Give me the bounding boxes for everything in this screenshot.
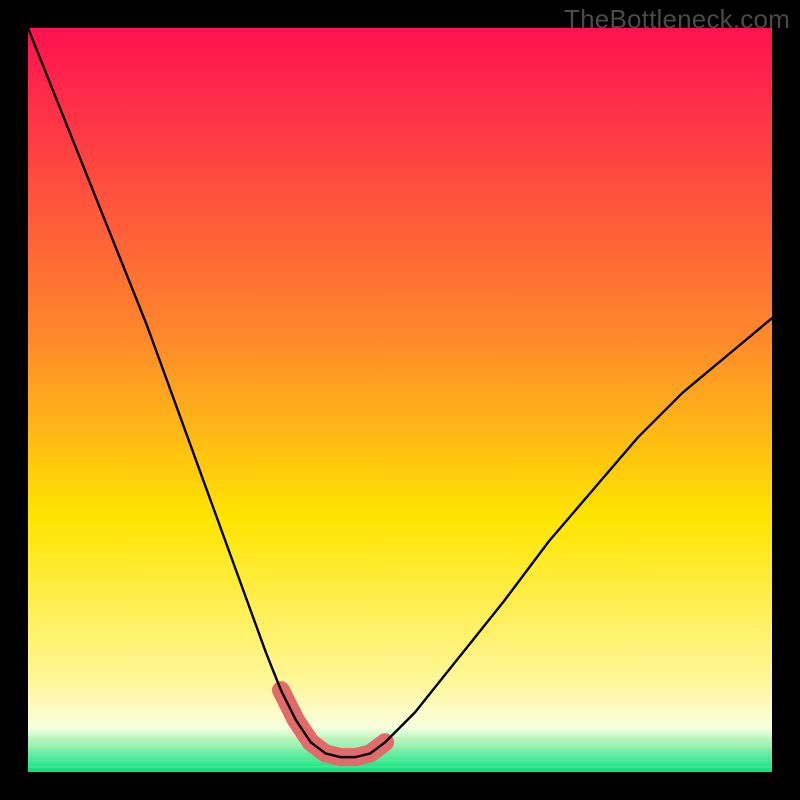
watermark-text: TheBottleneck.com <box>564 4 790 35</box>
chart-svg <box>28 28 772 772</box>
chart-frame: TheBottleneck.com <box>0 0 800 800</box>
plot-area <box>28 28 772 772</box>
gradient-background <box>28 28 772 772</box>
